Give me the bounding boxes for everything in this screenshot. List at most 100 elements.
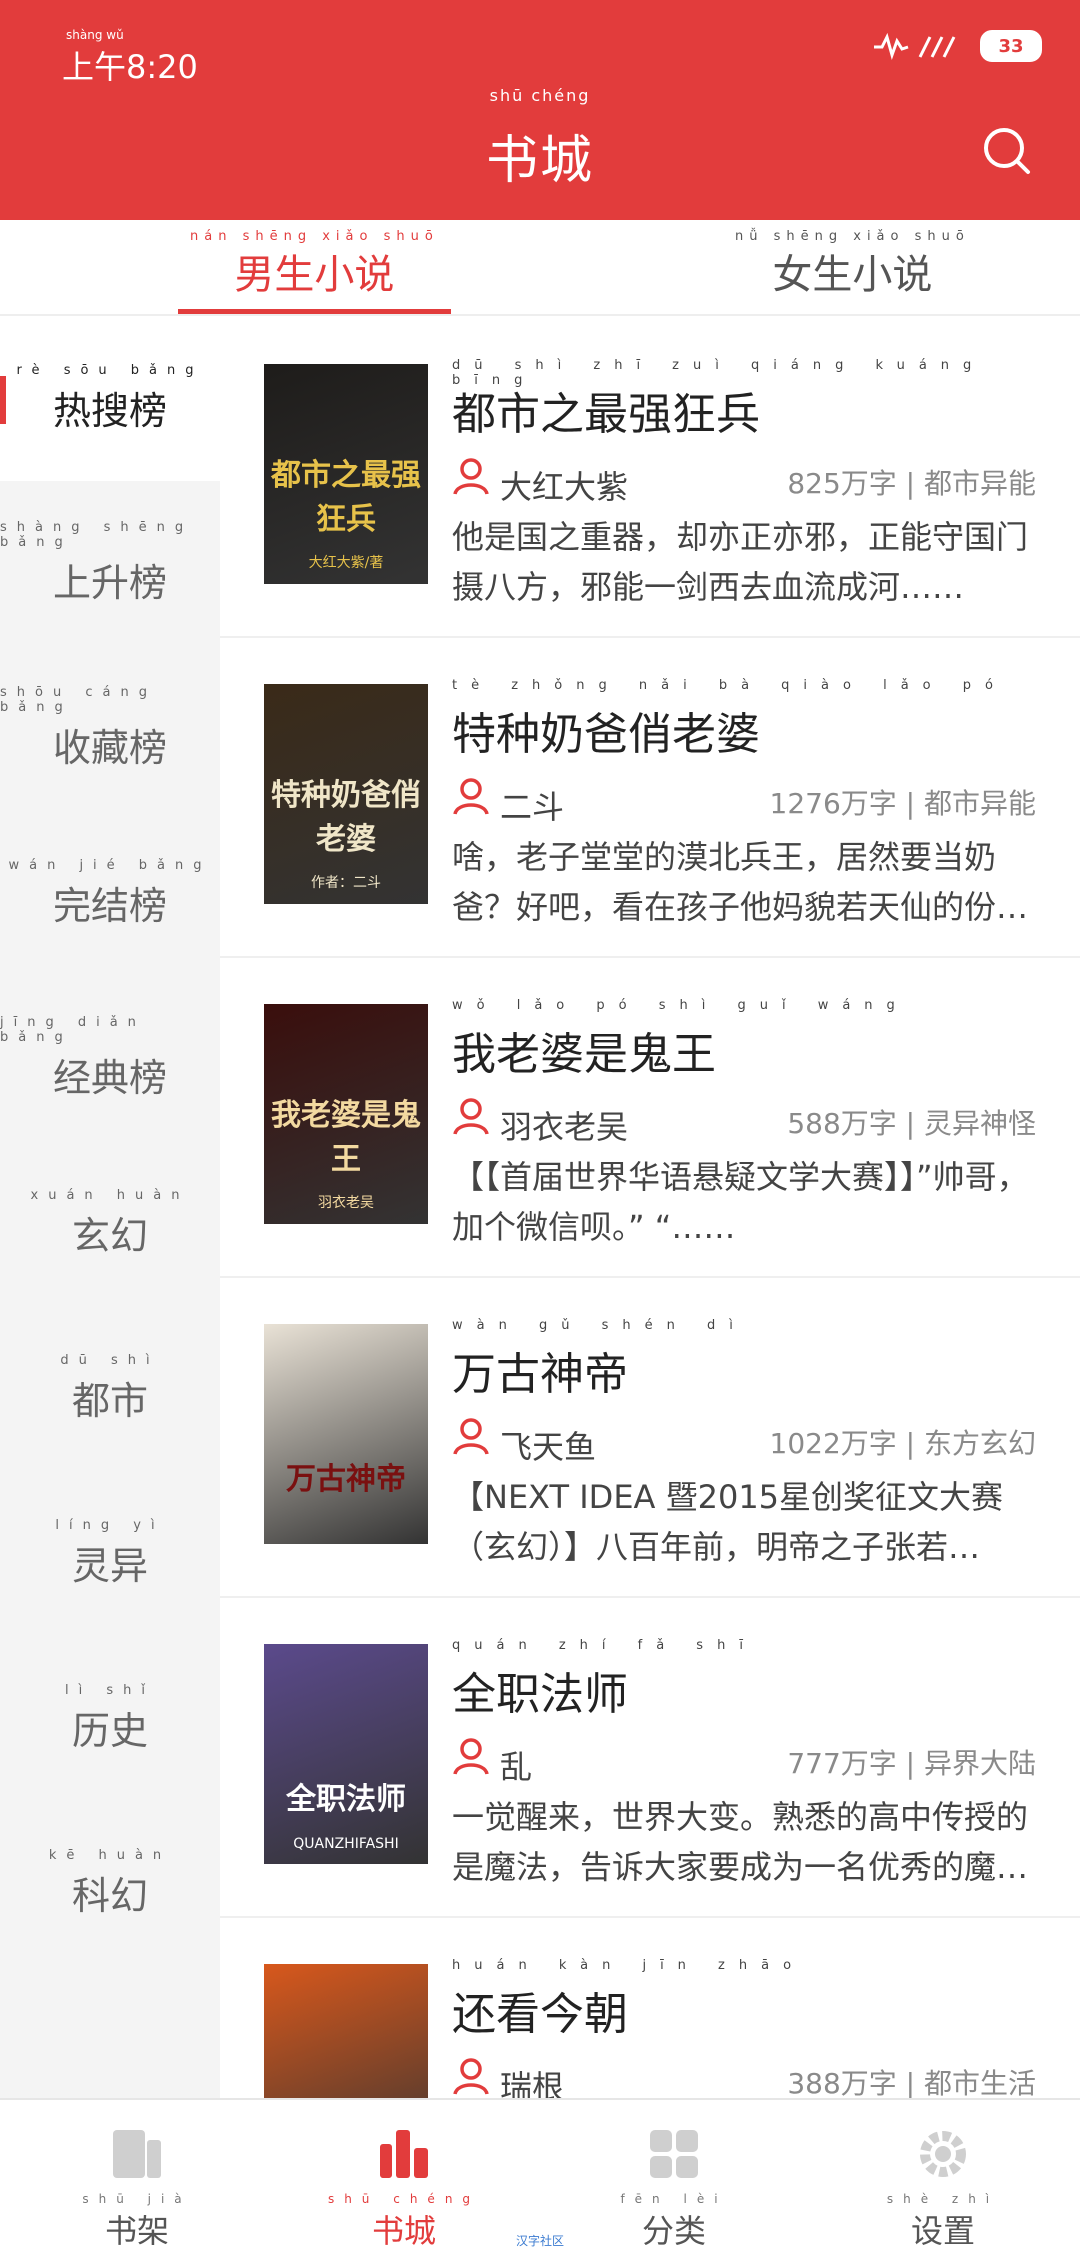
app-header: shàng wǔ 上午8:20 33 shū chéng 书城 [0, 0, 1080, 220]
book-author-row: 二斗 1276万字 | 都市异能 [452, 764, 1036, 826]
user-icon [452, 1736, 490, 1780]
sidebar-item-rising[interactable]: shàng shēng bǎng 上升榜 [0, 481, 220, 646]
sidebar-item-label: 历史 [71, 1708, 148, 1753]
tab-female-novels[interactable]: nǚ shēng xiǎo shuō 女生小说 [735, 220, 970, 314]
book-author: 飞天鱼 [500, 1428, 597, 1466]
book-title-text: 还看今朝 [452, 1989, 628, 2040]
book-item[interactable]: 特种奶爸俏老婆 作者：二斗 tè zhǒng nǎi bà qiào lǎo pó 特… [220, 636, 1080, 958]
book-cover[interactable]: 还看今朝 [264, 1964, 428, 2098]
book-cover[interactable]: 全职法师 QUANZHIFASHI [264, 1644, 428, 1864]
book-author: 羽衣老吴 [500, 1108, 629, 1146]
book-cover-title: 全职法师 [286, 1782, 406, 1817]
sidebar-item-urban[interactable]: dū shì 都市 [0, 1306, 220, 1471]
book-author-row: 瑞根 388万字 | 都市生活 [452, 2044, 1036, 2098]
status-time-pinyin: shàng wǔ [66, 28, 124, 42]
book-author: 二斗 [500, 788, 565, 826]
search-icon[interactable] [982, 126, 1032, 180]
book-cover-author: 大红大紫/著 [308, 555, 384, 571]
book-title-pinyin: huán kàn jīn zhāo [452, 1958, 806, 1973]
category-icon [646, 2126, 702, 2186]
book-author-row: 羽衣老吴 588万字 | 灵异神怪 [452, 1084, 1036, 1146]
status-indicators: 33 [872, 30, 1042, 62]
book-item[interactable]: 我老婆是鬼王 羽衣老吴 wǒ lǎo pó shì guǐ wáng 我老婆是鬼王 羽衣… [220, 956, 1080, 1278]
page-title: shū chéng 书城 [0, 86, 1080, 193]
watermark: 汉字社区 [515, 2234, 564, 2248]
sidebar-item-completed[interactable]: wán jié bǎng 完结榜 [0, 811, 220, 976]
book-item[interactable]: 万古神帝 wàn gǔ shén dì 万古神帝 飞天鱼 1022万字 | 东方玄幻【N… [220, 1276, 1080, 1598]
sidebar-item-pinyin: shōu cáng bǎng [0, 685, 157, 715]
sidebar-item-history[interactable]: lì shǐ 历史 [0, 1636, 220, 1801]
page-title-pinyin: shū chéng [489, 86, 591, 105]
sidebar-item-favorites[interactable]: shōu cáng bǎng 收藏榜 [0, 646, 220, 811]
book-meta: 388万字 | 都市生活 [787, 2067, 1036, 2098]
sidebar-item-hot-search[interactable]: rè sōu bǎng 热搜榜 [0, 316, 220, 481]
signal-icon [872, 31, 966, 61]
book-cover[interactable]: 我老婆是鬼王 羽衣老吴 [264, 1004, 428, 1224]
book-title[interactable]: tè zhǒng nǎi bà qiào lǎo pó 特种奶爸俏老婆 [452, 678, 1007, 762]
sidebar-item-supernatural[interactable]: líng yì 灵异 [0, 1471, 220, 1636]
book-title-text: 全职法师 [452, 1669, 628, 1720]
book-item[interactable]: 都市之最强狂兵大红大紫/著 dū shì zhī zuì qiáng kuáng … [220, 316, 1080, 638]
sidebar-item-label: 科幻 [71, 1873, 148, 1918]
book-title[interactable]: wǒ lǎo pó shì guǐ wáng 我老婆是鬼王 [452, 998, 909, 1082]
tab-label: 女生小说 [772, 252, 933, 298]
book-title-pinyin: tè zhǒng nǎi bà qiào lǎo pó [452, 678, 1007, 693]
sidebar-item-scifi[interactable]: kē huàn 科幻 [0, 1801, 220, 1966]
bottom-nav-pinyin: shū chéng [327, 2192, 481, 2206]
book-title[interactable]: wàn gǔ shén dì 万古神帝 [452, 1318, 747, 1402]
book-description: 【NEXT IDEA 暨2015星创奖征文大赛（玄幻）】八百年前，明帝之子张若尘… [452, 1478, 1004, 1566]
tab-label: 男生小说 [234, 252, 395, 298]
book-author-row: 大红大紫 825万字 | 都市异能 [452, 444, 1036, 506]
book-cover-title: 特种奶爸俏老婆 [271, 778, 421, 857]
book-item[interactable]: 还看今朝 huán kàn jīn zhāo 还看今朝瑞根 388万字 | 都市生活 [220, 1916, 1080, 2098]
sidebar-item-label: 收藏榜 [52, 726, 167, 770]
user-icon [452, 456, 490, 500]
book-title[interactable]: quán zhí fǎ shī 全职法师 [452, 1638, 757, 1722]
book-cover-title: 都市之最强狂兵 [271, 458, 421, 537]
sidebar-item-pinyin: líng yì [55, 1517, 165, 1533]
book-author-row: 飞天鱼 1022万字 | 东方玄幻 [452, 1404, 1036, 1466]
book-author: 大红大紫 [500, 468, 629, 506]
book-list: 都市之最强狂兵大红大紫/著 dū shì zhī zuì qiáng kuáng … [220, 316, 1080, 2098]
book-author: 乱 [500, 1748, 533, 1786]
status-time-text: 上午8:20 [62, 48, 198, 86]
tab-male-novels[interactable]: nán shēng xiǎo shuō 男生小说 [178, 220, 451, 314]
book-meta: 777万字 | 异界大陆 [787, 1747, 1036, 1780]
bookstore-icon [376, 2126, 432, 2186]
sidebar-item-pinyin: kē huàn [48, 1847, 172, 1863]
sidebar-item-pinyin: wán jié bǎng [8, 857, 212, 873]
book-cover[interactable]: 都市之最强狂兵大红大紫/著 [264, 364, 428, 584]
book-title[interactable]: huán kàn jīn zhāo 还看今朝 [452, 1958, 805, 2042]
sidebar-item-label: 完结榜 [52, 883, 167, 928]
gender-tabs: nán shēng xiǎo shuō 男生小说 nǚ shēng xiǎo s… [0, 220, 1080, 316]
book-meta: 588万字 | 灵异神怪 [787, 1107, 1036, 1140]
sidebar-item-classics[interactable]: jīng diǎn bǎng 经典榜 [0, 976, 220, 1141]
sidebar-item-pinyin: dū shì [60, 1352, 160, 1368]
book-title-pinyin: wǒ lǎo pó shì guǐ wáng [452, 998, 909, 1013]
book-cover[interactable]: 万古神帝 [264, 1324, 428, 1544]
book-item[interactable]: 全职法师 QUANZHIFASHI quán zhí fǎ shī 全职法师乱 777万… [220, 1596, 1080, 1918]
bottom-nav-pinyin: shū jià [82, 2192, 192, 2206]
book-description: 【【首届世界华语悬疑文学大赛】】”帅哥，加个微信呗。” “…… [452, 1158, 1029, 1246]
sidebar-item-fantasy[interactable]: xuán huàn 玄幻 [0, 1141, 220, 1306]
user-icon [452, 2056, 490, 2098]
book-description: 他是国之重器，却亦正亦邪，正能守国门摄八方，邪能一剑西去血流成河…… [452, 518, 1029, 606]
sidebar-item-pinyin: shàng shēng bǎng [0, 520, 194, 550]
settings-icon [915, 2126, 971, 2186]
sidebar-item-label: 热搜榜 [52, 388, 167, 433]
book-cover[interactable]: 特种奶爸俏老婆 作者：二斗 [264, 684, 428, 904]
book-author-row: 乱 777万字 | 异界大陆 [452, 1724, 1036, 1786]
book-title[interactable]: dū shì zhī zuì qiáng kuáng bīng 都市之最强狂兵 [452, 358, 1080, 442]
book-cover-title: 我老婆是鬼王 [271, 1098, 421, 1177]
bottom-nav-pinyin: fēn lèi [620, 2192, 728, 2206]
book-author: 瑞根 [500, 2068, 565, 2098]
tab-active-indicator [178, 309, 451, 314]
battery-icon: 33 [980, 30, 1042, 62]
bookshelf-icon [109, 2126, 165, 2186]
sidebar-item-pinyin: lì shǐ [65, 1682, 155, 1698]
book-title-pinyin: quán zhí fǎ shī [452, 1638, 757, 1653]
book-cover-author: QUANZHIFASHI [293, 1836, 399, 1852]
book-description: 啥，老子堂堂的漠北兵王，居然要当奶爸？好吧，看在孩子他妈貌若天仙的份上…… [452, 838, 997, 926]
book-title-text: 特种奶爸俏老婆 [452, 709, 760, 760]
sidebar-item-label: 经典榜 [52, 1056, 167, 1100]
